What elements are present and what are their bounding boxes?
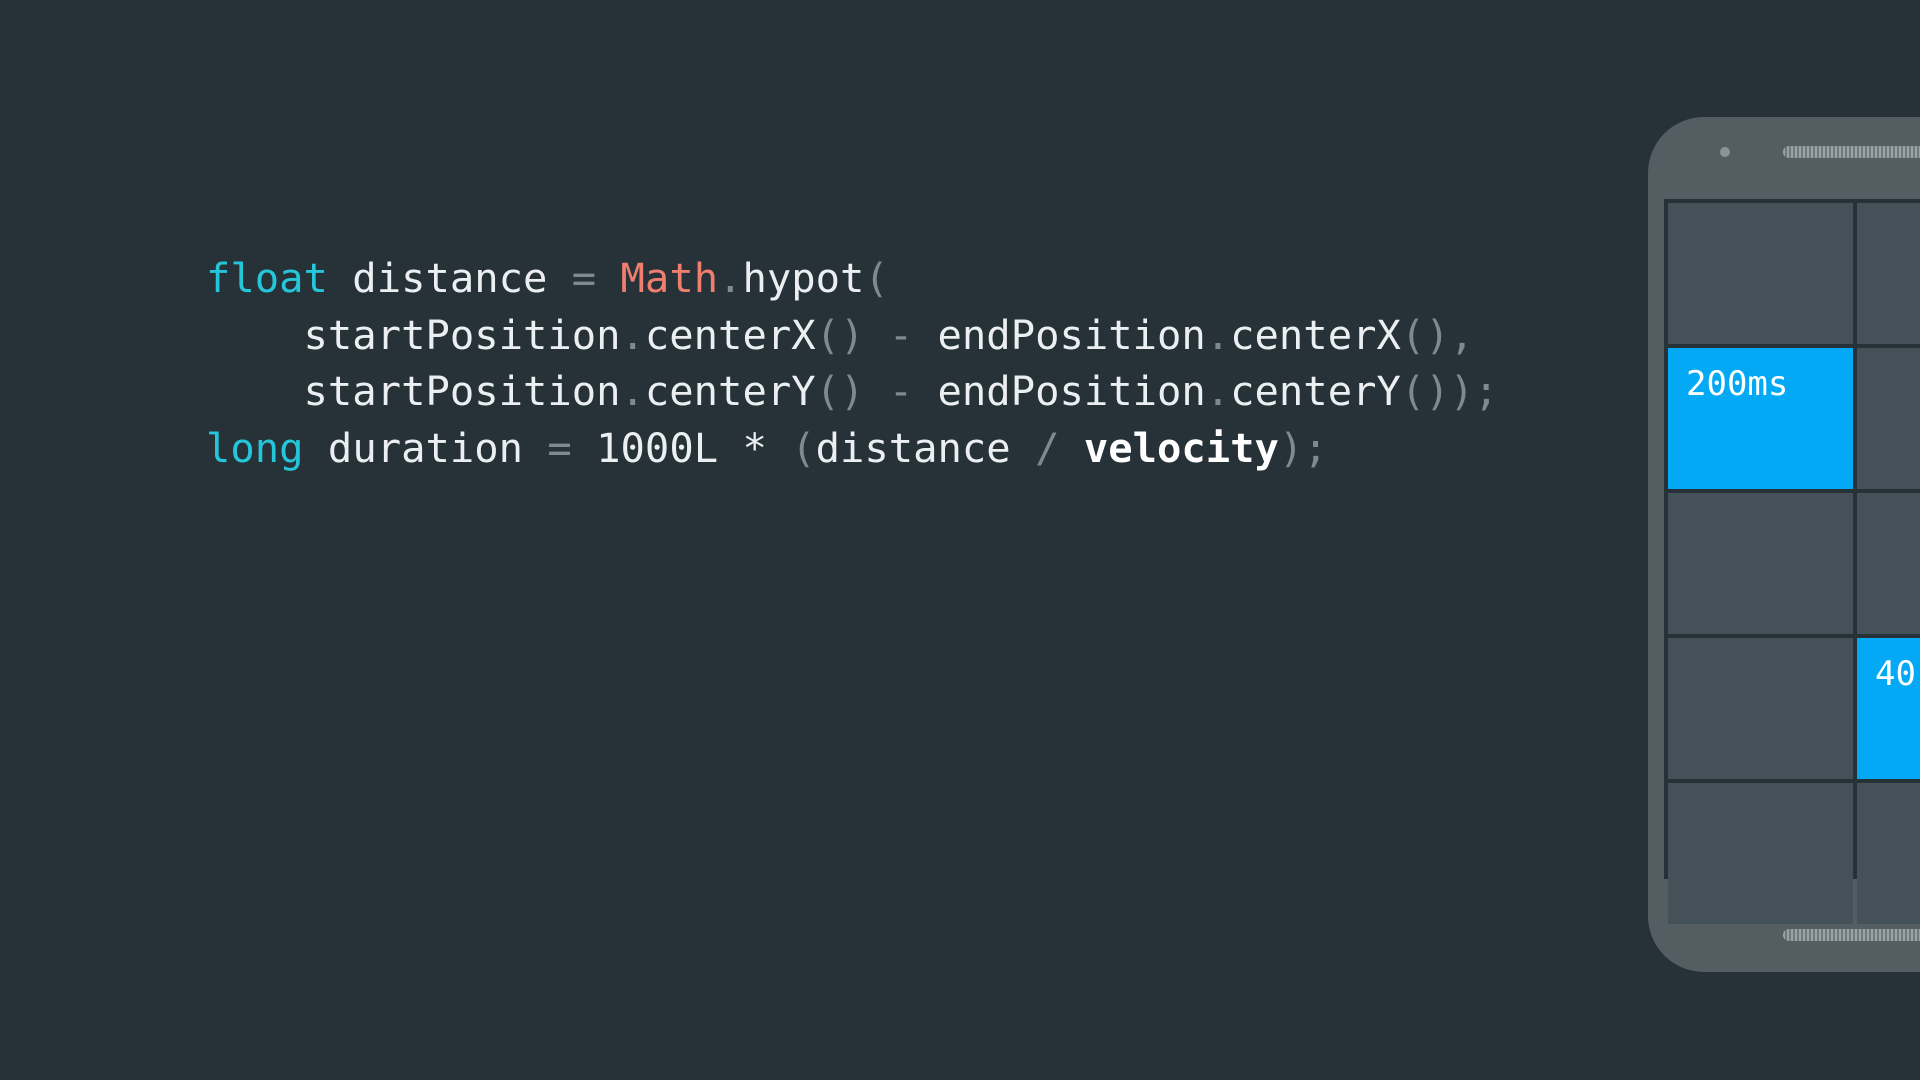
code-token: = [547,423,572,472]
grid-tile [1668,203,1853,344]
code-token: - [888,310,914,359]
grid-tile [1668,783,1853,924]
code-token: centerY [1230,367,1401,415]
tile-duration-label: 200ms [1686,364,1789,404]
slide-canvas: float distance = Math.hypot( startPositi… [0,0,1920,1080]
code-token: . [620,310,645,359]
grid-tile-highlighted: 200ms [1668,348,1853,489]
grid-tile [1857,203,1920,344]
code-token: distance [327,254,572,302]
code-token: = [571,254,597,302]
code-snippet: float distance = Math.hypot( startPositi… [206,250,1498,476]
grid-tile [1857,493,1920,634]
code-token: (), [1400,310,1474,359]
code-token: () [815,310,865,359]
code-token: . [1205,310,1231,359]
code-token: . [1205,367,1231,415]
code-token: ); [1278,423,1328,472]
code-token: velocity [1083,423,1279,472]
grid-tile [1668,638,1853,779]
code-token: centerX [1230,310,1401,359]
grid-tile [1857,783,1920,924]
tile-duration-label: 40 [1875,654,1916,694]
code-line: startPosition.centerX() - endPosition.ce… [206,307,1498,364]
phone-mockup: 200ms 40 [1648,117,1920,972]
grid-tile [1857,348,1920,489]
speaker-grille-top [1783,146,1920,158]
code-token: . [620,367,645,415]
code-token: / [1035,423,1060,472]
code-token: - [888,367,914,415]
speaker-grille-bottom [1783,929,1920,941]
code-token: . [718,254,743,302]
code-token: startPosition [206,310,621,359]
code-token: long [206,423,304,472]
code-line: startPosition.centerY() - endPosition.ce… [206,363,1499,420]
camera-icon [1720,147,1730,157]
code-token: 1000L * [571,423,792,472]
grid-tile [1668,493,1853,634]
code-token: distance [815,423,1036,472]
phone-screen: 200ms 40 [1664,199,1920,924]
code-token: startPosition [206,367,621,415]
code-line: long duration = 1000L * (distance / velo… [206,420,1498,477]
code-token: float [206,254,328,302]
code-token: ( [864,254,889,302]
grid-tile-highlighted: 40 [1857,638,1920,779]
code-line: float distance = Math.hypot( [206,250,1498,307]
code-token: centerX [644,310,816,359]
code-token: centerY [644,367,816,415]
code-token: () [815,367,865,415]
code-token: hypot [742,254,865,302]
code-token: duration [303,423,548,472]
code-token: ( [791,423,816,472]
code-token: ()); [1400,367,1499,415]
code-token: endPosition [913,310,1206,359]
code-token: Math [620,254,719,302]
code-token: endPosition [913,367,1206,415]
